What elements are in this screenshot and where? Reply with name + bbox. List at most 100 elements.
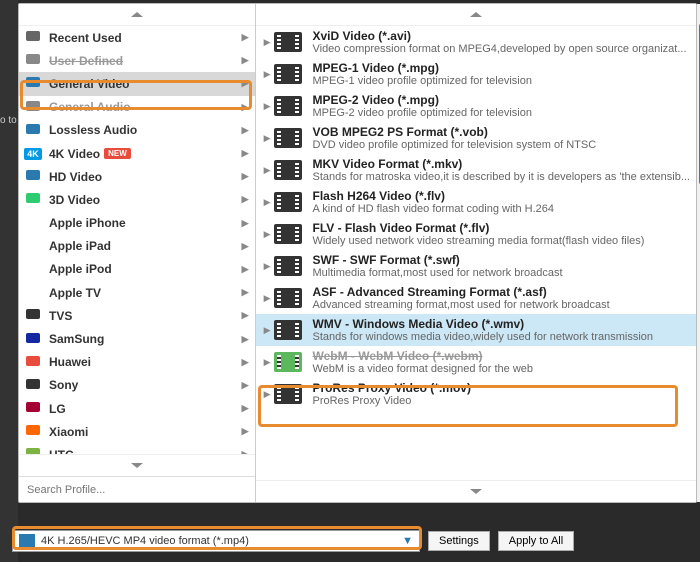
format-list: ▶ XviD Video (*.avi)Video compression for… (256, 26, 696, 480)
category-label: Apple iPhone (49, 216, 126, 230)
format-thumb-icon (274, 224, 302, 244)
format-title: VOB MPEG2 PS Format (*.vob) (312, 125, 690, 139)
chevron-right-icon: ▶ (242, 55, 249, 66)
category-item-general-audio[interactable]: General Audio▶ (19, 96, 255, 119)
category-label: Apple iPad (49, 239, 111, 253)
chevron-right-icon: ▶ (242, 218, 249, 229)
format-title: FLV - Flash Video Format (*.flv) (312, 221, 690, 235)
category-label: HD Video (49, 170, 102, 184)
chevron-right-icon: ▶ (242, 78, 249, 89)
format-thumb-icon (274, 288, 302, 308)
profile-icon (19, 534, 35, 548)
category-scroll-up[interactable] (19, 4, 255, 26)
category-label: Huawei (49, 355, 91, 369)
category-item-lg[interactable]: LG▶ (19, 397, 255, 420)
chevron-right-icon: ▶ (264, 229, 271, 240)
category-label: Recent Used (49, 31, 122, 45)
format-item[interactable]: ▶FLV - Flash Video Format (*.flv)Widely … (256, 218, 696, 250)
category-item-tvs[interactable]: TVS▶ (19, 304, 255, 327)
format-title: WebM - WebM Video (*.webm) (312, 349, 690, 363)
tv-icon (25, 306, 41, 325)
settings-button[interactable]: Settings (428, 531, 490, 551)
category-label: 4K Video (49, 147, 100, 161)
search-profile-box (19, 476, 255, 502)
clock-icon (25, 28, 41, 47)
4k-icon: 4K (24, 148, 42, 160)
category-item-apple-tv[interactable]: Apple TV ▶ (19, 281, 255, 304)
category-item-4k-video[interactable]: 4K 4K Video NEW ▶ (19, 142, 255, 165)
format-item[interactable]: ▶WebM - WebM Video (*.webm)WebM is a vid… (256, 346, 696, 378)
chevron-right-icon: ▶ (264, 325, 271, 336)
format-scroll-up[interactable] (256, 4, 696, 26)
format-description: Stands for matroska video,it is describe… (312, 171, 690, 183)
format-description: MPEG-1 video profile optimized for telev… (312, 75, 690, 87)
category-item-hd-video[interactable]: HD Video▶ (19, 165, 255, 188)
chevron-right-icon: ▶ (242, 32, 249, 43)
dropdown-arrow-icon: ▼ (402, 535, 413, 547)
chevron-right-icon: ▶ (264, 293, 271, 304)
category-list: Recent Used▶User Defined▶General Video▶G… (19, 26, 255, 454)
apply-to-all-button[interactable]: Apply to All (498, 531, 574, 551)
chevron-right-icon: ▶ (264, 357, 271, 368)
format-item[interactable]: ▶XviD Video (*.avi)Video compression for… (256, 26, 696, 58)
profile-dropdown[interactable]: 4K H.265/HEVC MP4 video format (*.mp4) ▼ (12, 530, 420, 552)
format-thumb-icon (274, 32, 302, 52)
format-item[interactable]: ▶MKV Video Format (*.mkv)Stands for matr… (256, 154, 696, 186)
format-title: MPEG-1 Video (*.mpg) (312, 61, 690, 75)
format-item[interactable]: ▶ ASF - Advanced Streaming Format (*.asf)… (256, 282, 696, 314)
category-scroll-down[interactable] (19, 454, 255, 476)
chevron-right-icon: ▶ (242, 287, 249, 298)
format-thumb-icon (274, 128, 302, 148)
category-label: User Defined (49, 54, 123, 68)
new-badge: NEW (104, 148, 131, 159)
format-title: Flash H264 Video (*.flv) (312, 189, 690, 203)
format-description: Stands for windows media video,widely us… (312, 331, 690, 343)
format-thumb-icon (274, 384, 302, 404)
category-item-lossless-audio[interactable]: Lossless Audio▶ (19, 119, 255, 142)
format-item[interactable]: ▶VOB MPEG2 PS Format (*.vob)DVD video pr… (256, 122, 696, 154)
samsung-icon (25, 330, 41, 349)
xiaomi-icon (25, 422, 41, 441)
category-item-apple-ipad[interactable]: Apple iPad ▶ (19, 235, 255, 258)
chevron-right-icon: ▶ (242, 102, 249, 113)
chevron-right-icon: ▶ (242, 241, 249, 252)
chevron-right-icon: ▶ (264, 133, 271, 144)
format-thumb-icon (274, 352, 302, 372)
format-item[interactable]: ▶WMV - Windows Media Video (*.wmv)Stands… (256, 314, 696, 346)
format-thumb-icon (274, 192, 302, 212)
category-item-xiaomi[interactable]: Xiaomi▶ (19, 420, 255, 443)
format-item[interactable]: ▶ProRes Proxy Video (*.mov)ProRes Proxy … (256, 378, 696, 410)
format-description: Advanced streaming format,most used for … (312, 299, 690, 311)
category-item-huawei[interactable]: Huawei▶ (19, 351, 255, 374)
chevron-right-icon: ▶ (242, 148, 249, 159)
format-scroll-down[interactable] (256, 480, 696, 502)
category-item-3d-video[interactable]: 3D Video▶ (19, 188, 255, 211)
format-title: XviD Video (*.avi) (312, 29, 690, 43)
chevron-right-icon: ▶ (264, 197, 271, 208)
chevron-right-icon: ▶ (242, 380, 249, 391)
category-item-user-defined[interactable]: User Defined ▶ (19, 49, 255, 72)
category-label: Sony (49, 378, 78, 392)
hd-icon (25, 167, 41, 186)
chevron-right-icon: ▶ (242, 403, 249, 414)
search-profile-input[interactable] (27, 484, 247, 496)
category-item-apple-iphone[interactable]: Apple iPhone ▶ (19, 212, 255, 235)
format-title: ASF - Advanced Streaming Format (*.asf) (312, 285, 690, 299)
format-item[interactable]: ▶SWF - SWF Format (*.swf)Multimedia form… (256, 250, 696, 282)
format-description: Video compression format on MPEG4,develo… (312, 43, 690, 55)
format-title: MKV Video Format (*.mkv) (312, 157, 690, 171)
category-item-recent-used[interactable]: Recent Used ▶ (19, 26, 255, 49)
category-item-sony[interactable]: Sony ▶ (19, 374, 255, 397)
chevron-right-icon: ▶ (242, 310, 249, 321)
chevron-right-icon: ▶ (242, 194, 249, 205)
category-item-apple-ipod[interactable]: Apple iPod▶ (19, 258, 255, 281)
category-item-htc[interactable]: HTC▶ (19, 443, 255, 454)
format-description: A kind of HD flash video format coding w… (312, 203, 690, 215)
user-icon (25, 51, 41, 70)
format-item[interactable]: ▶ Flash H264 Video (*.flv)A kind of HD fl… (256, 186, 696, 218)
category-item-general-video[interactable]: General Video▶ (19, 72, 255, 95)
format-item[interactable]: ▶MPEG-2 Video (*.mpg)MPEG-2 video profil… (256, 90, 696, 122)
category-label: Apple TV (49, 286, 101, 300)
format-item[interactable]: ▶MPEG-1 Video (*.mpg)MPEG-1 video profil… (256, 58, 696, 90)
category-item-samsung[interactable]: SamSung▶ (19, 327, 255, 350)
